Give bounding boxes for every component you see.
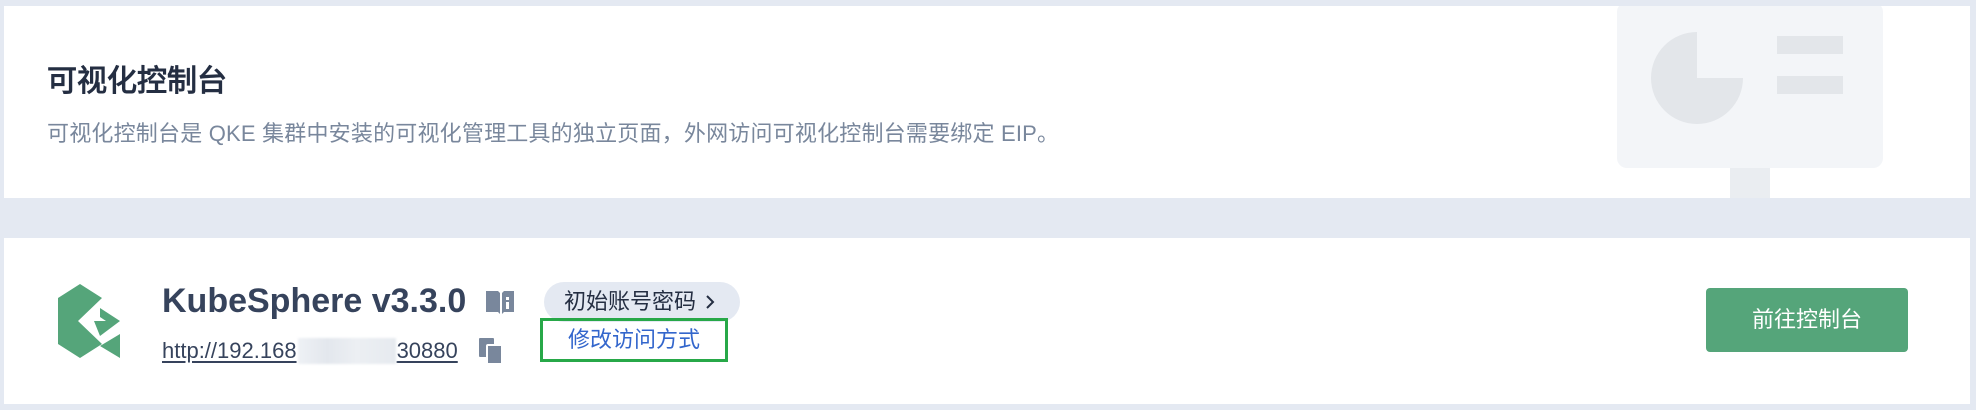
- goto-console-button[interactable]: 前往控制台: [1706, 288, 1908, 352]
- console-url-row: http://192.168 30880: [162, 329, 504, 373]
- visual-console-banner: 可视化控制台 可视化控制台是 QKE 集群中安装的可视化管理工具的独立页面，外网…: [4, 6, 1970, 198]
- app-name: KubeSphere v3.3.0: [162, 282, 467, 320]
- edit-access-method-link[interactable]: 修改访问方式: [540, 318, 728, 362]
- kubesphere-app-card: KubeSphere v3.3.0 初始账号密码 http://192.168 …: [4, 238, 1970, 404]
- edit-access-method-label: 修改访问方式: [567, 327, 700, 352]
- account-chip-label: 初始账号密码: [564, 289, 697, 314]
- console-url-link[interactable]: http://192.168 30880: [162, 338, 458, 364]
- copy-icon[interactable]: [478, 337, 504, 365]
- banner-description: 可视化控制台是 QKE 集群中安装的可视化管理工具的独立页面，外网访问可视化控制…: [47, 121, 1060, 146]
- url-suffix: 30880: [396, 338, 458, 363]
- dashboard-monitor-illustration: [1617, 6, 1883, 198]
- document-book-icon[interactable]: [485, 289, 515, 315]
- kubesphere-logo-icon: [58, 284, 120, 358]
- banner-title: 可视化控制台: [47, 65, 227, 98]
- url-prefix: http://192.168: [162, 338, 297, 363]
- url-redacted-segment: [297, 338, 396, 364]
- chevron-right-icon: [706, 295, 715, 309]
- initial-account-password-chip[interactable]: 初始账号密码: [544, 282, 741, 322]
